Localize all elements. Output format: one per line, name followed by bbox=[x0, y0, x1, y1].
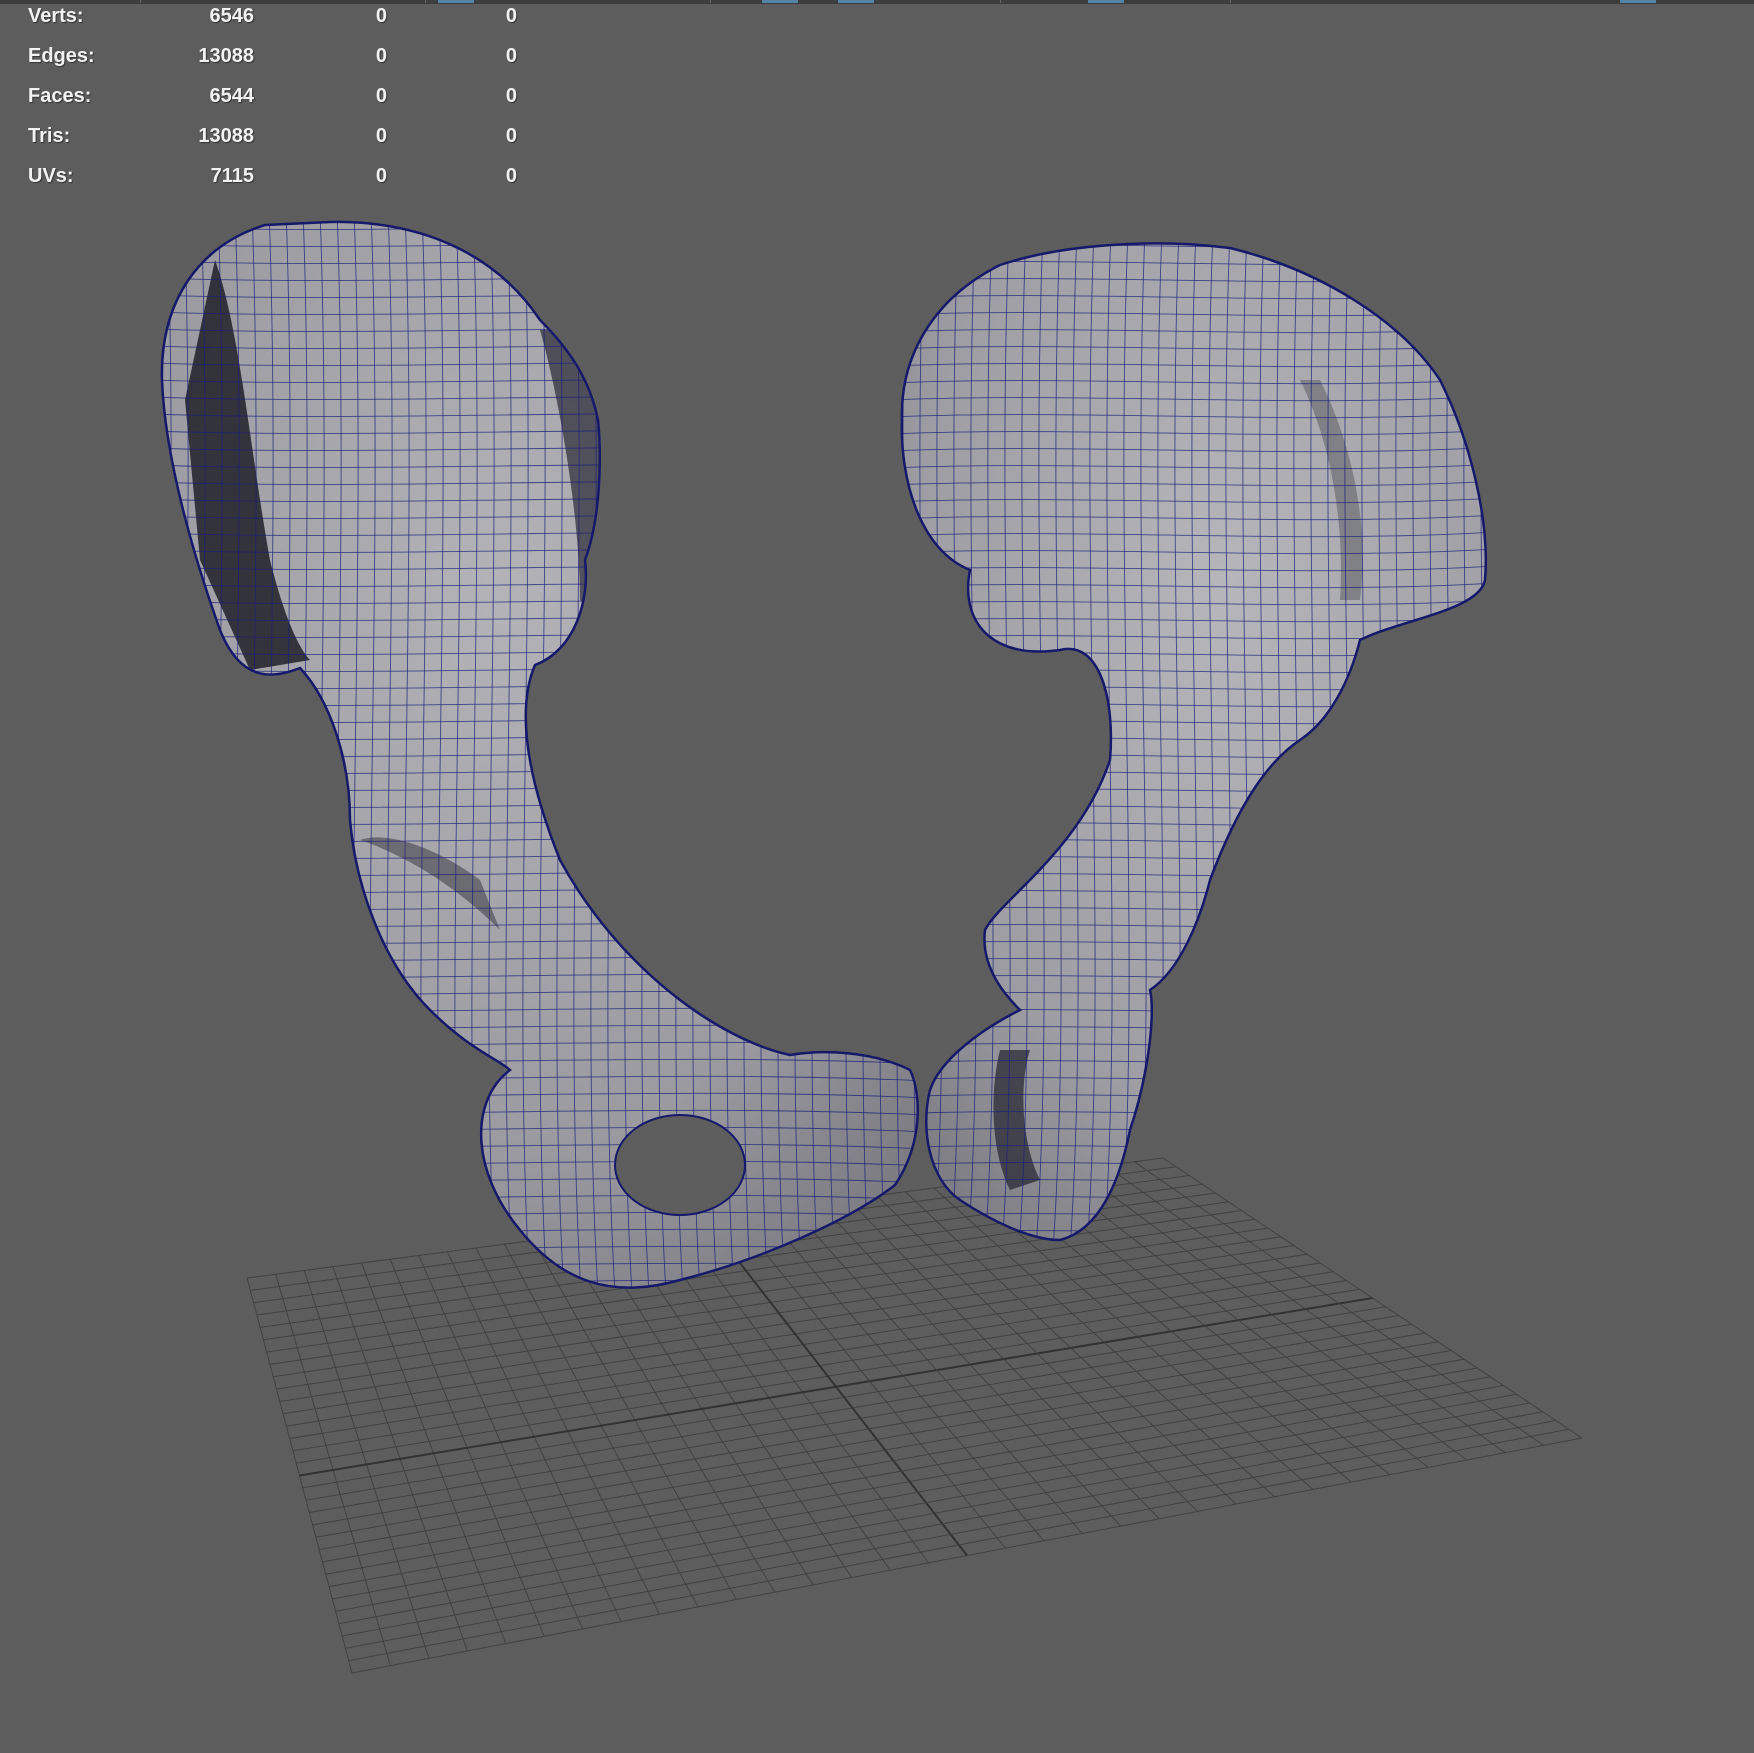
hud-component-count: 0 bbox=[505, 5, 517, 27]
hud-label: Tris: bbox=[28, 125, 71, 147]
hud-label: Faces: bbox=[28, 85, 92, 107]
right-hip-bone-mesh[interactable] bbox=[883, 226, 1500, 1251]
hud-label: Verts: bbox=[28, 5, 84, 27]
left-hip-bone-mesh[interactable] bbox=[149, 209, 930, 1310]
hud-selected-count: 0 bbox=[375, 5, 387, 27]
viewport-3d[interactable]: Verts: 6546 0 0 Edges: 13088 0 0 Faces: … bbox=[0, 0, 1754, 1753]
ground-grid bbox=[246, 1157, 1583, 1674]
hud-total-count: 6544 bbox=[209, 85, 255, 107]
hud-selected-count: 0 bbox=[375, 165, 387, 187]
hud-total-count: 7115 bbox=[210, 165, 254, 187]
hud-row-edges: Edges: 13088 0 0 bbox=[0, 42, 560, 70]
hud-component-count: 0 bbox=[505, 45, 517, 67]
hud-component-count: 0 bbox=[505, 85, 517, 107]
hud-row-uvs: UVs: 7115 0 0 bbox=[0, 162, 560, 190]
hud-selected-count: 0 bbox=[375, 45, 387, 67]
hud-row-verts: Verts: 6546 0 0 bbox=[0, 2, 560, 30]
hud-component-count: 0 bbox=[505, 165, 517, 187]
hud-component-count: 0 bbox=[505, 125, 517, 147]
hud-row-faces: Faces: 6544 0 0 bbox=[0, 82, 560, 110]
hud-selected-count: 0 bbox=[375, 85, 387, 107]
obturator-foramen bbox=[614, 1114, 746, 1216]
hud-label: UVs: bbox=[28, 165, 74, 187]
hud-selected-count: 0 bbox=[375, 125, 387, 147]
hud-row-tris: Tris: 13088 0 0 bbox=[0, 122, 560, 150]
hud-total-count: 13088 bbox=[198, 125, 254, 147]
hud-total-count: 6546 bbox=[209, 5, 255, 27]
hud-label: Edges: bbox=[28, 45, 95, 67]
scene-canvas[interactable] bbox=[0, 0, 1754, 1753]
hud-total-count: 13088 bbox=[198, 45, 254, 67]
poly-count-hud: Verts: 6546 0 0 Edges: 13088 0 0 Faces: … bbox=[0, 0, 560, 200]
